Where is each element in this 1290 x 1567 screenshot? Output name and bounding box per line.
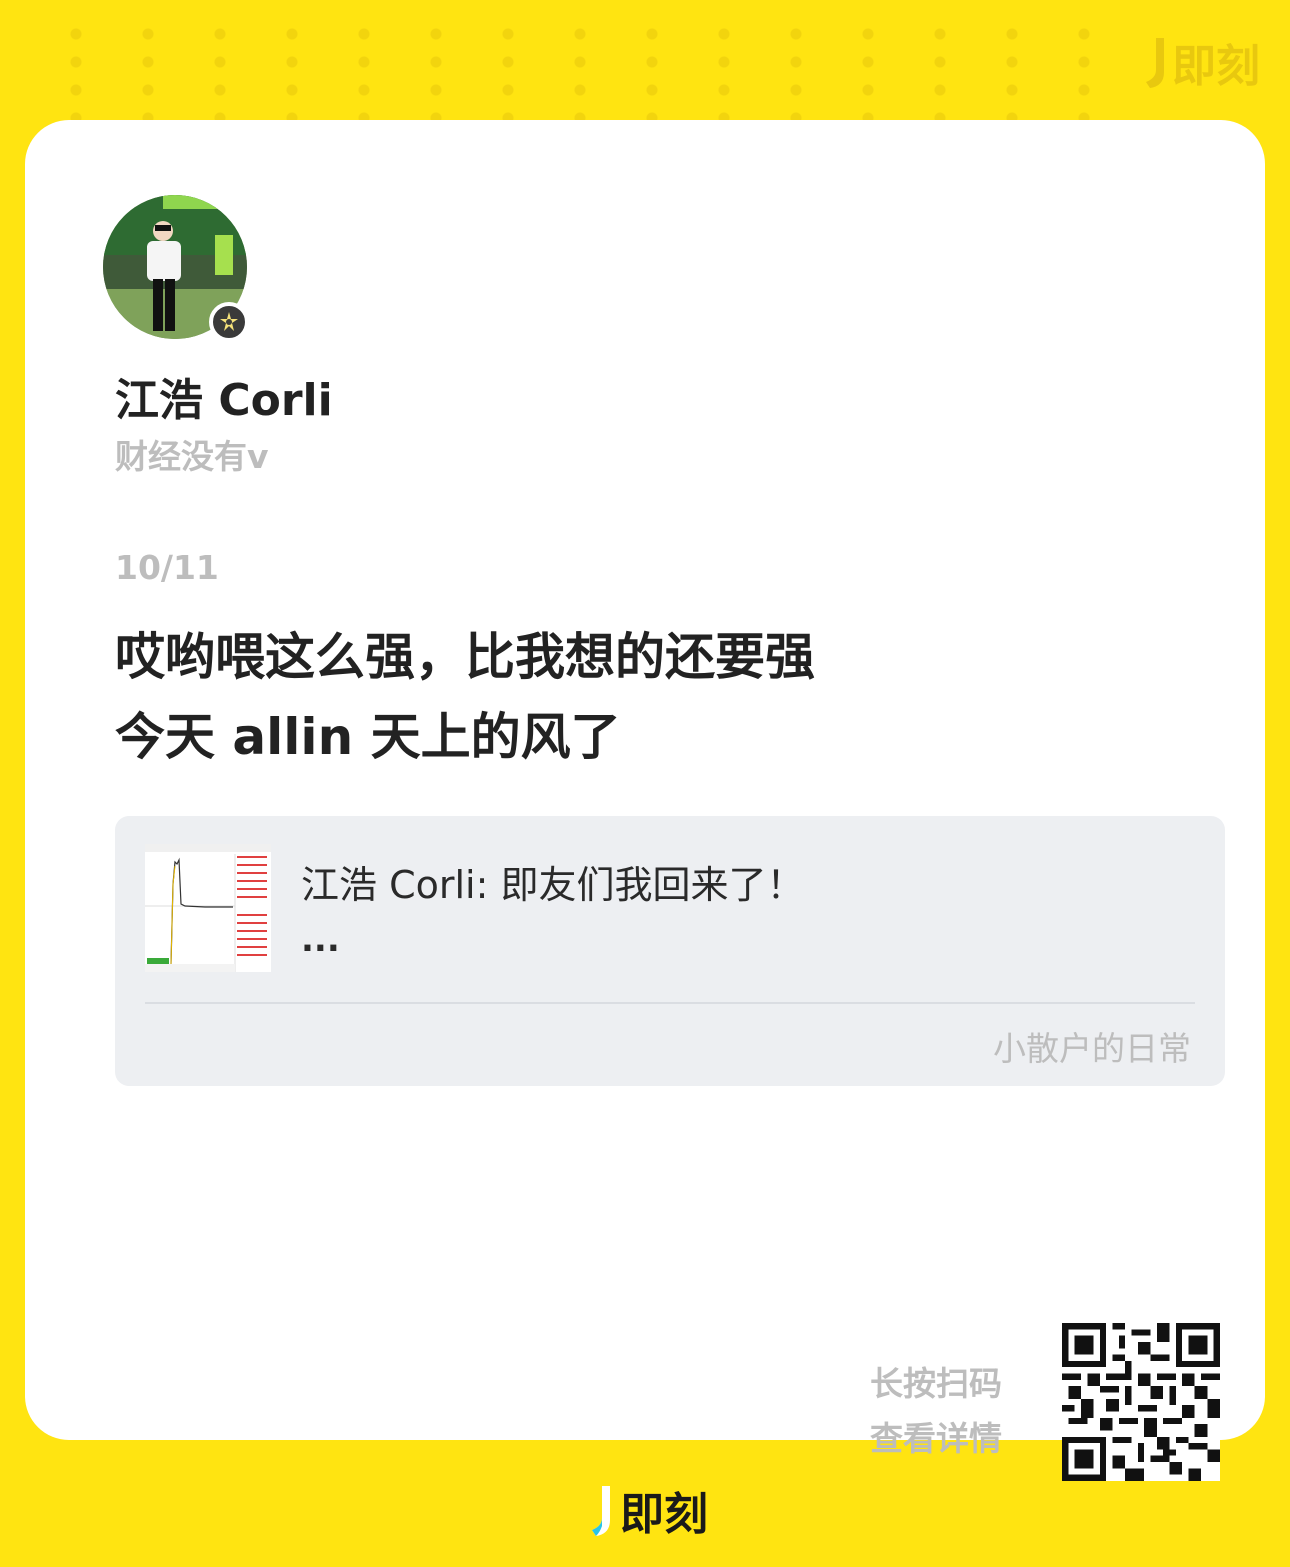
post-content: 哎哟喂这么强，比我想的还要强 今天 allin 天上的风了: [115, 617, 1215, 777]
stock-chart-thumbnail: [145, 844, 271, 972]
author-name[interactable]: 江浩 Corli: [115, 364, 333, 428]
post-line: 今天 allin 天上的风了: [115, 708, 621, 766]
brand-logo-top: 即刻: [1142, 30, 1260, 94]
repost-divider: [145, 1002, 1195, 1004]
brand-logo-bottom: 即刻: [588, 1478, 708, 1542]
topic-label[interactable]: 小散户的日常: [993, 1022, 1191, 1070]
repost-card[interactable]: 江浩 Corli: 即友们我回来了！ ... 小散户的日常: [115, 816, 1225, 1086]
qr-code[interactable]: [1062, 1323, 1220, 1481]
post-date: 10/11: [115, 548, 219, 587]
post-card: 江浩 Corli 财经没有v 10/11 哎哟喂这么强，比我想的还要强 今天 a…: [25, 120, 1265, 1481]
qr-hint-line: 长按扫码: [870, 1364, 1002, 1403]
jike-logo-icon: [1146, 38, 1164, 88]
qr-scan-hint: 长按扫码 查看详情: [870, 1356, 1002, 1466]
post-line: 哎哟喂这么强，比我想的还要强: [115, 628, 815, 686]
repost-text: 江浩 Corli: 即友们我回来了！: [301, 863, 805, 907]
jike-logo-icon: [592, 1486, 610, 1536]
background-dot-pattern: [40, 20, 1100, 120]
brand-name-bottom: 即刻: [620, 1489, 708, 1540]
repost-ellipsis: ...: [301, 920, 340, 960]
verified-badge-icon: [209, 302, 249, 342]
brand-name-top: 即刻: [1172, 41, 1260, 92]
author-bio: 财经没有v: [115, 437, 269, 476]
qr-hint-line: 查看详情: [870, 1419, 1002, 1458]
